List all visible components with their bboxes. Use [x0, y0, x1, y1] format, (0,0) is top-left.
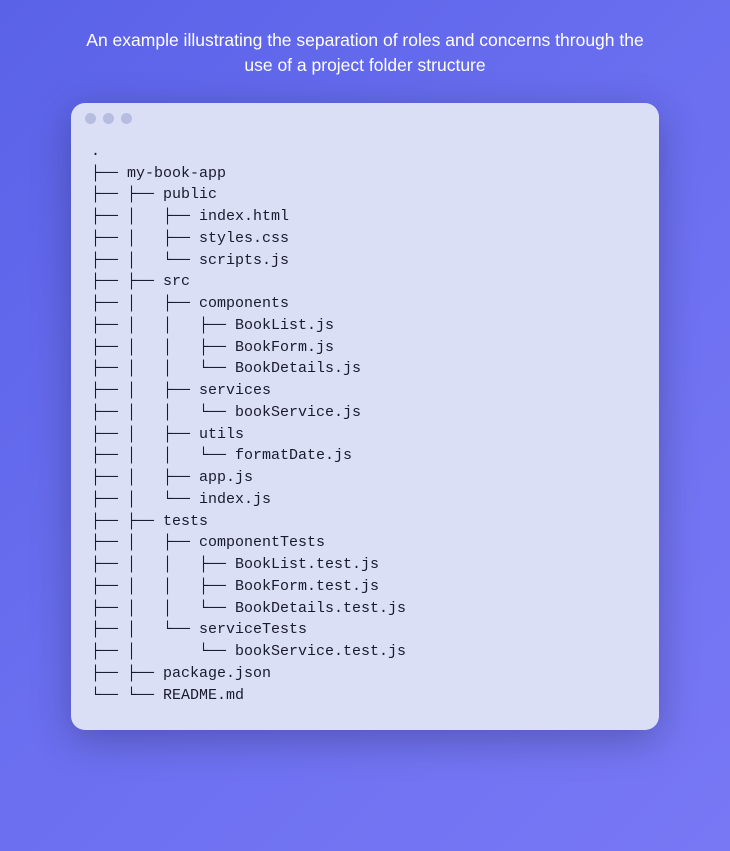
folder-tree: . ├── my-book-app ├── ├── public ├── │ ├…	[71, 135, 659, 731]
traffic-light-minimize-icon	[103, 113, 114, 124]
window-titlebar	[71, 103, 659, 135]
traffic-light-close-icon	[85, 113, 96, 124]
code-window: . ├── my-book-app ├── ├── public ├── │ ├…	[71, 103, 659, 731]
traffic-light-zoom-icon	[121, 113, 132, 124]
caption-text: An example illustrating the separation o…	[85, 28, 645, 79]
